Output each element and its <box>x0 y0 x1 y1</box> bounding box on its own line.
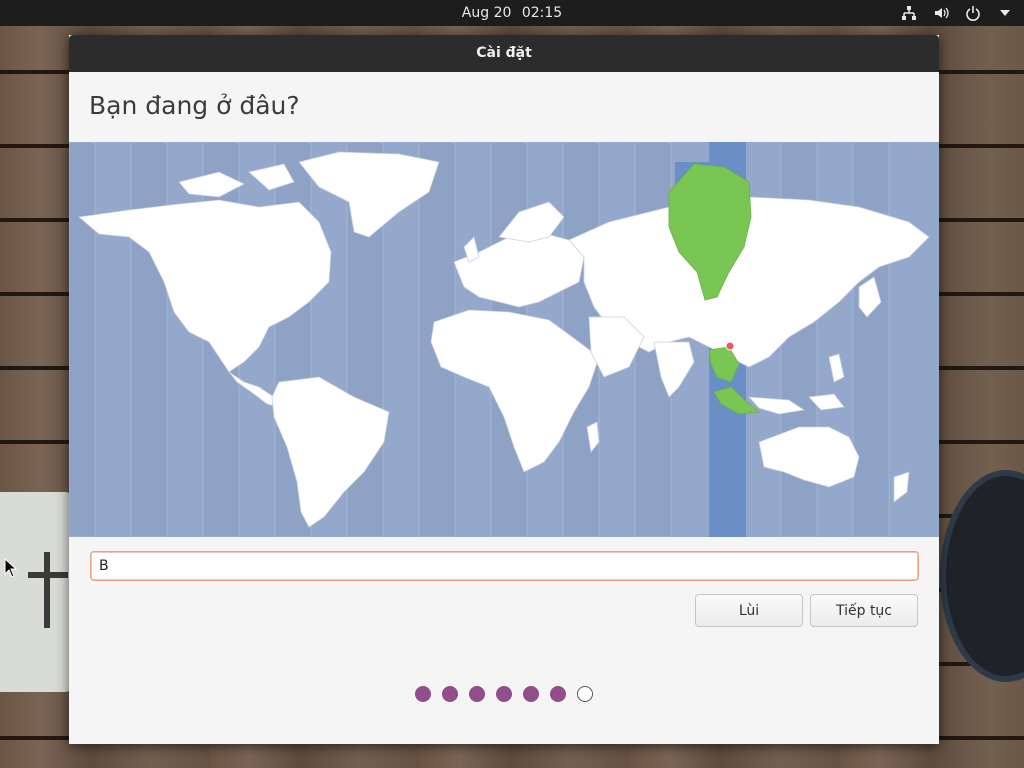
volume-icon[interactable] <box>932 4 950 22</box>
power-icon[interactable] <box>964 4 982 22</box>
wallpaper-cup <box>940 470 1024 682</box>
timezone-map[interactable] <box>69 142 939 537</box>
window-title: Cài đặt <box>69 35 939 72</box>
progress-dots <box>69 686 939 704</box>
clock-time: 02:15 <box>521 5 563 21</box>
progress-dot-completed <box>550 686 566 702</box>
progress-dot-pending <box>577 686 593 702</box>
continue-button[interactable]: Tiếp tục <box>810 594 918 627</box>
location-search-input[interactable] <box>90 551 919 581</box>
back-button[interactable]: Lùi <box>695 594 803 627</box>
wallpaper-cross-bar <box>28 572 68 578</box>
mouse-cursor-icon <box>4 558 18 578</box>
menu-arrow-icon[interactable] <box>996 4 1014 22</box>
installer-window: Cài đặt Bạn đang ở đâu? B Lùi Tiếp tục <box>69 35 939 744</box>
progress-dot-completed <box>415 686 431 702</box>
wallpaper-stone <box>0 492 70 692</box>
location-pin-icon <box>725 341 735 351</box>
top-bar: Aug 20 02:15 <box>0 0 1024 26</box>
clock[interactable]: Aug 20 02:15 <box>0 0 1024 26</box>
wallpaper-cross-icon <box>44 552 50 628</box>
progress-dot-completed <box>442 686 458 702</box>
progress-dot-completed <box>469 686 485 702</box>
clock-date: Aug 20 <box>461 5 512 21</box>
network-icon[interactable] <box>900 4 918 22</box>
page-title: Bạn đang ở đâu? <box>89 91 300 120</box>
progress-dot-completed <box>523 686 539 702</box>
progress-dot-completed <box>496 686 512 702</box>
system-tray[interactable] <box>900 0 1014 26</box>
